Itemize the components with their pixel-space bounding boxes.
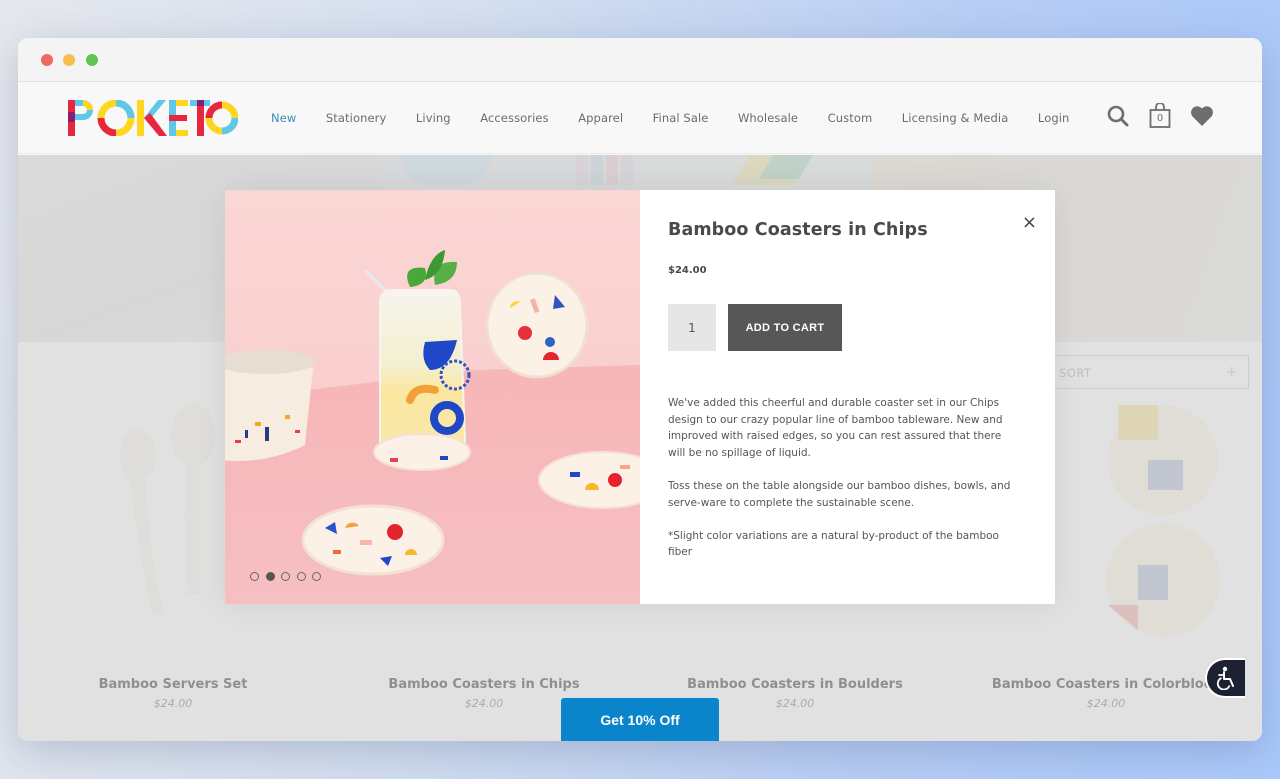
carousel-dot[interactable] [296, 572, 306, 581]
nav-new[interactable]: New [271, 111, 296, 125]
nav-final-sale[interactable]: Final Sale [653, 111, 709, 125]
carousel-dot[interactable] [312, 572, 321, 581]
buy-controls: ADD TO CART [668, 304, 1027, 351]
nav-apparel[interactable]: Apparel [578, 111, 623, 125]
browser-window: New Stationery Living Accessories Appare… [18, 38, 1262, 741]
shopping-bag-icon[interactable]: 0 [1148, 103, 1172, 129]
accessibility-button[interactable] [1205, 658, 1245, 698]
nav-login[interactable]: Login [1038, 111, 1070, 125]
nav-accessories[interactable]: Accessories [480, 111, 549, 125]
heart-icon[interactable] [1190, 103, 1214, 129]
carousel-dot[interactable] [281, 572, 290, 581]
search-icon[interactable] [1106, 103, 1130, 129]
nav-wholesale[interactable]: Wholesale [738, 111, 798, 125]
main-nav: New Stationery Living Accessories Appare… [271, 82, 1099, 154]
nav-stationery[interactable]: Stationery [326, 111, 387, 125]
close-window-button[interactable] [41, 54, 53, 66]
quick-view-modal: × Bamboo Coasters in Chips $24.00 ADD TO… [225, 190, 1055, 604]
carousel-dot-active[interactable] [265, 572, 275, 581]
minimize-window-button[interactable] [63, 54, 75, 66]
quantity-input[interactable] [668, 304, 716, 351]
nav-licensing-media[interactable]: Licensing & Media [902, 111, 1009, 125]
add-to-cart-button[interactable]: ADD TO CART [728, 304, 842, 351]
product-description: We've added this cheerful and durable co… [668, 395, 1018, 561]
header-icons: 0 [1088, 103, 1214, 129]
nav-custom[interactable]: Custom [828, 111, 873, 125]
product-details: × Bamboo Coasters in Chips $24.00 ADD TO… [640, 190, 1055, 604]
site-header: New Stationery Living Accessories Appare… [18, 82, 1262, 154]
close-icon[interactable]: × [1022, 212, 1037, 233]
carousel-dots [250, 572, 328, 581]
title-bar [18, 38, 1262, 82]
accessibility-icon [1217, 666, 1234, 690]
description-paragraph: We've added this cheerful and durable co… [668, 397, 1003, 459]
product-image [225, 190, 640, 604]
maximize-window-button[interactable] [86, 54, 98, 66]
cart-count: 0 [1156, 113, 1164, 124]
discount-promo-button[interactable]: Get 10% Off [561, 698, 719, 741]
description-paragraph: *Slight color variations are a natural b… [668, 529, 999, 559]
product-title: Bamboo Coasters in Chips [668, 220, 928, 240]
carousel-dot[interactable] [250, 572, 259, 581]
description-paragraph: Toss these on the table alongside our ba… [668, 479, 1011, 509]
nav-living[interactable]: Living [416, 111, 451, 125]
product-price: $24.00 [668, 265, 707, 276]
poketo-logo[interactable] [68, 100, 238, 136]
product-photo [225, 190, 640, 604]
